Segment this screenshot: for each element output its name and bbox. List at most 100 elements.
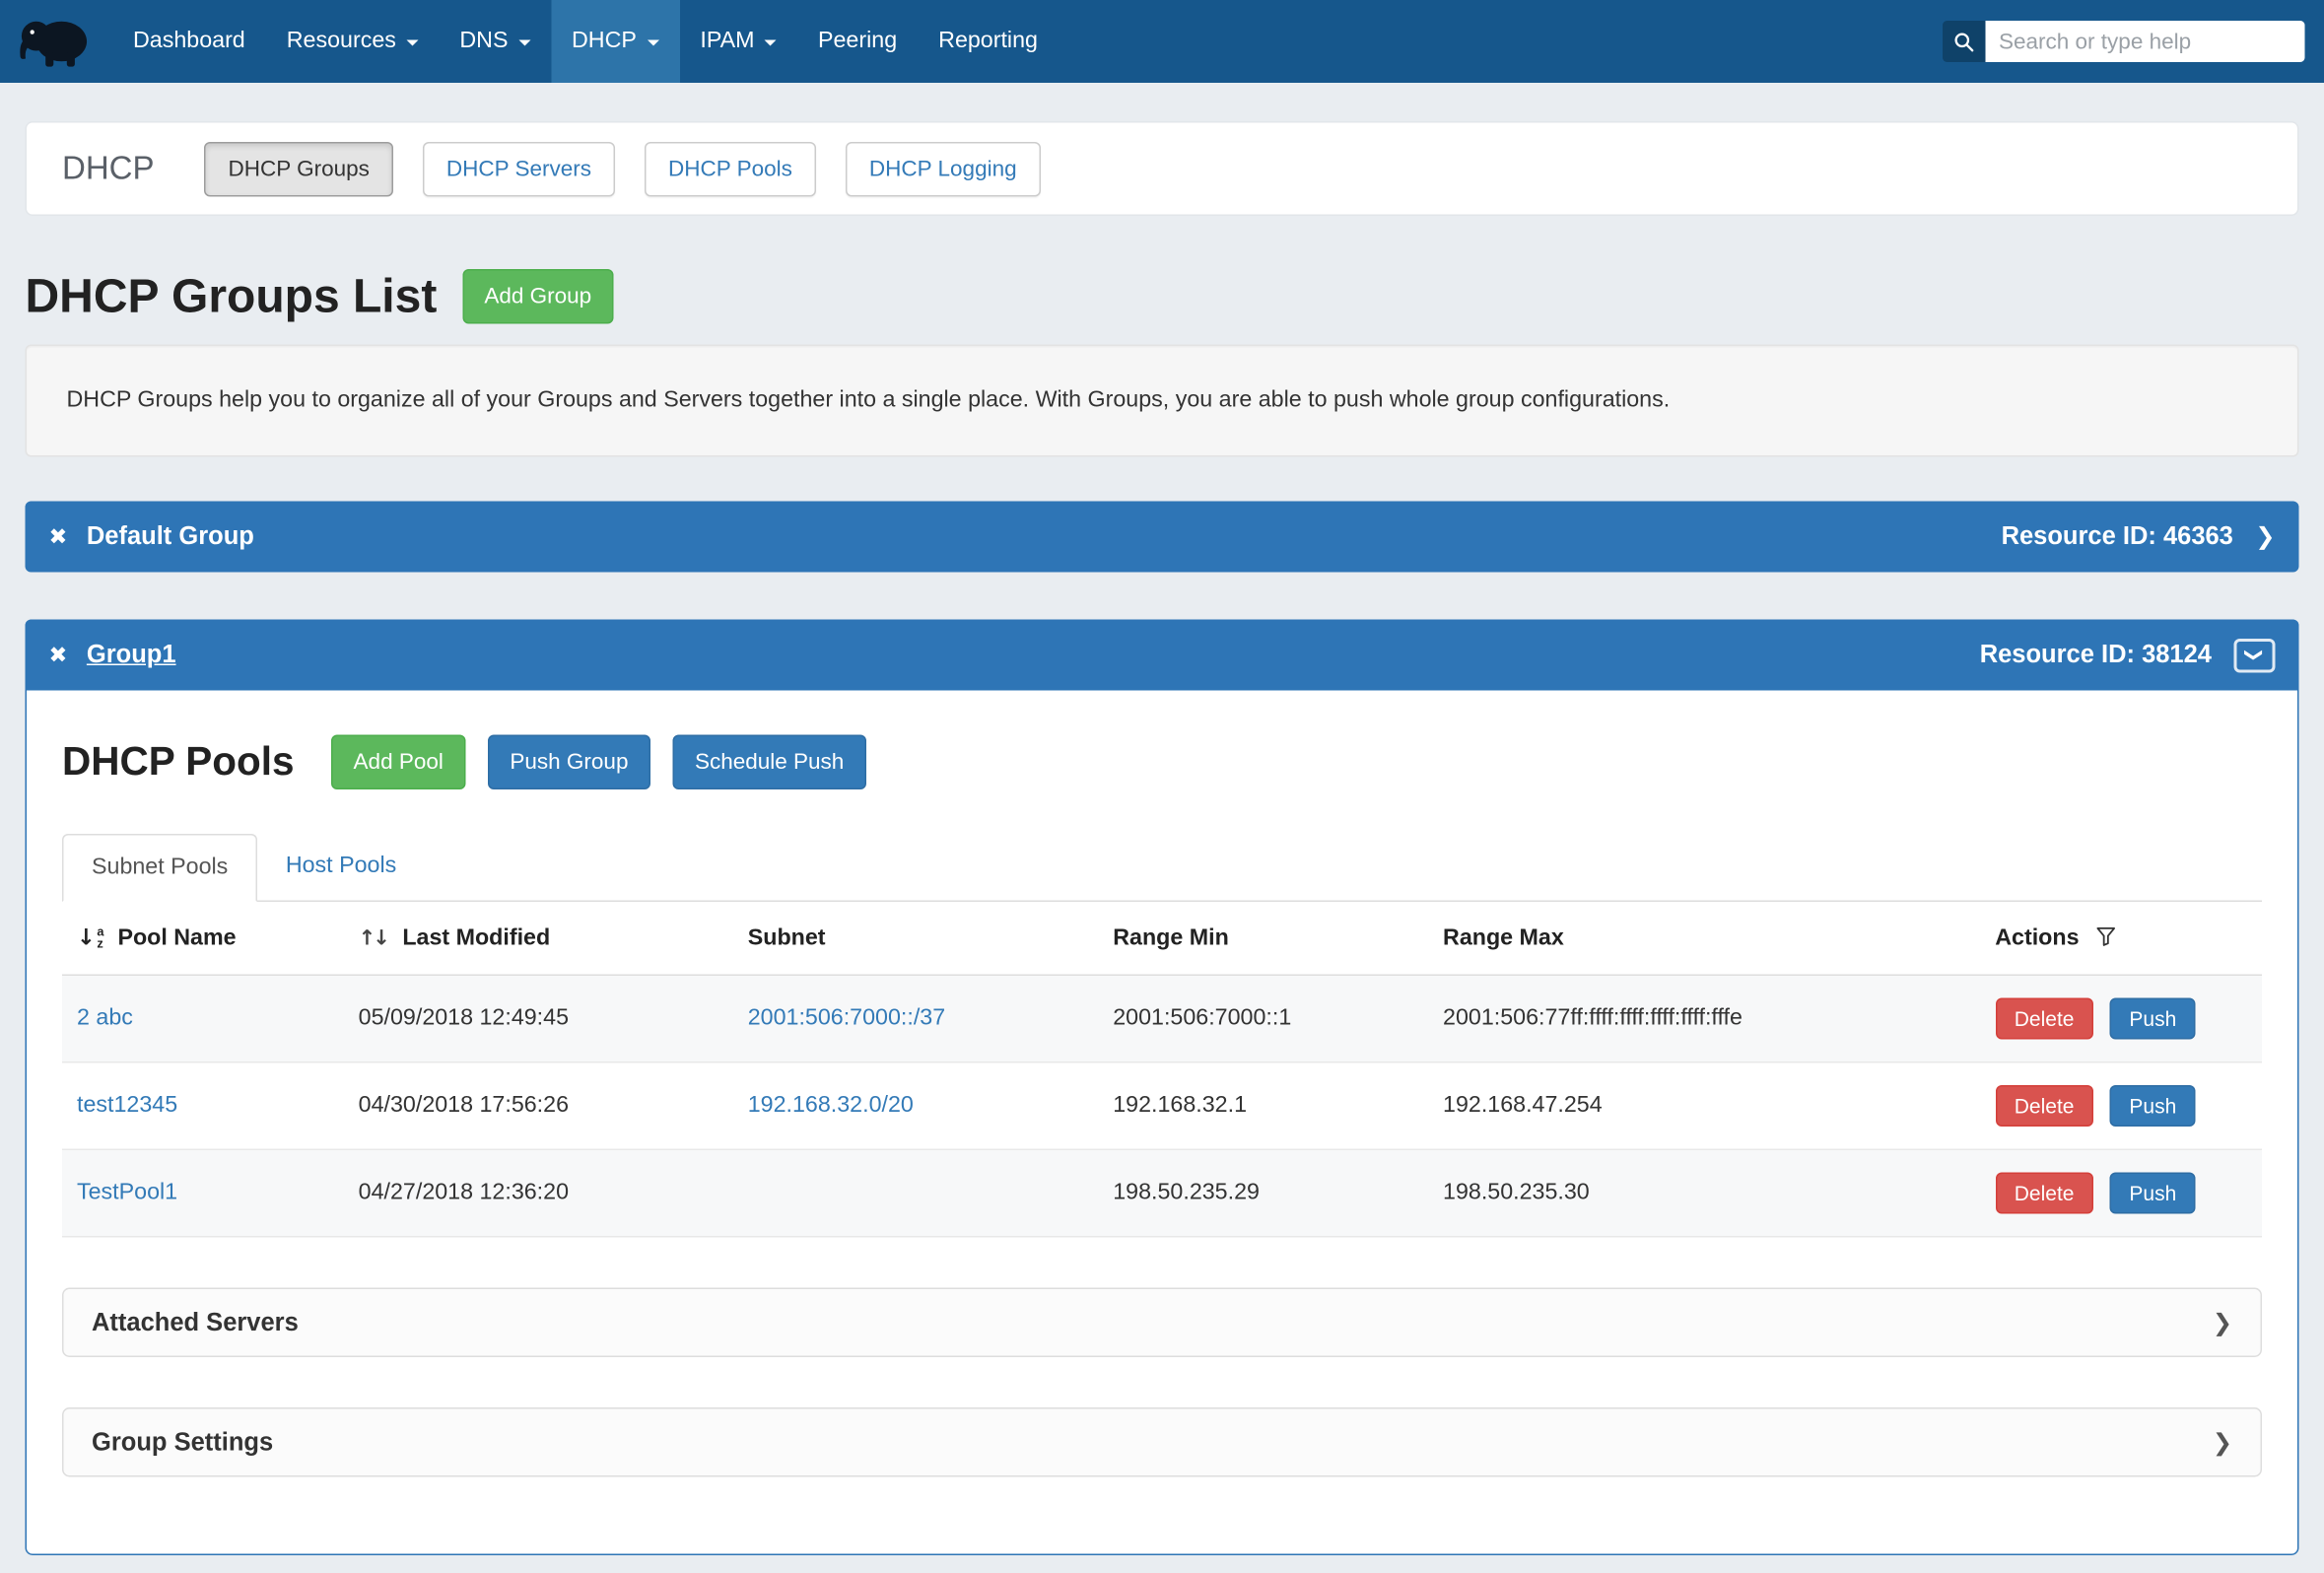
delete-button[interactable]: Delete: [1995, 1173, 2093, 1214]
pool-row: TestPool1 04/27/2018 12:36:20 198.50.235…: [62, 1149, 2262, 1237]
brand-logo[interactable]: [0, 0, 112, 83]
chevron-right-icon: ❯: [2213, 1427, 2232, 1457]
table-header-row: ↓ a z Pool Name ↑: [62, 902, 2262, 975]
group-panel-group1: ✖ Group1 Resource ID: 38124 ❯ DHCP Pools…: [26, 620, 2299, 1556]
pool-row: 2 abc 05/09/2018 12:49:45 2001:506:7000:…: [62, 975, 2262, 1062]
filter-icon[interactable]: [2095, 926, 2115, 946]
range-min-cell: 198.50.235.29: [1098, 1149, 1428, 1237]
nav-label: Dashboard: [133, 29, 245, 55]
nav-label: DNS: [459, 29, 508, 55]
close-icon[interactable]: ✖: [49, 644, 68, 666]
column-last-modified[interactable]: ↑ ↓ Last Modified: [344, 902, 733, 975]
top-navbar: Dashboard Resources DNS DHCP IPAM Peerin…: [0, 0, 2324, 83]
description-text: DHCP Groups help you to organize all of …: [67, 387, 1671, 413]
pool-name-cell: 2 abc: [62, 975, 344, 1062]
last-modified-cell: 04/30/2018 17:56:26: [344, 1062, 733, 1150]
subnet-pools-table: ↓ a z Pool Name ↑: [62, 902, 2262, 1238]
sort-down-arrow: ↓: [373, 926, 390, 950]
chevron-glyph: ❯: [2246, 648, 2264, 662]
last-modified-cell: 04/27/2018 12:36:20: [344, 1149, 733, 1237]
last-modified-cell: 05/09/2018 12:49:45: [344, 975, 733, 1062]
elephant-logo-icon: [17, 12, 97, 71]
page-header: DHCP Groups List Add Group: [26, 269, 2299, 324]
subnet-link[interactable]: 2001:506:7000::/37: [748, 1005, 945, 1031]
group-settings-section[interactable]: Group Settings ❯: [62, 1407, 2262, 1477]
close-icon[interactable]: ✖: [49, 525, 68, 548]
group-name-link[interactable]: Group1: [87, 641, 176, 670]
nav-resources[interactable]: Resources: [266, 0, 440, 83]
subnet-link[interactable]: 192.168.32.0/20: [748, 1093, 914, 1119]
subnav-dhcp-groups-button[interactable]: DHCP Groups: [205, 141, 393, 196]
attached-servers-section[interactable]: Attached Servers ❯: [62, 1288, 2262, 1358]
resource-id-label: Resource ID: 38124: [1980, 641, 2212, 670]
pools-tabs: Subnet Pools Host Pools: [62, 834, 2262, 902]
group1-detail-body: DHCP Pools Add Pool Push Group Schedule …: [27, 691, 2297, 1554]
subnav-dhcp-logging-button[interactable]: DHCP Logging: [846, 141, 1041, 196]
section-title: Group Settings: [92, 1427, 273, 1457]
header-label: Pool Name: [117, 925, 236, 951]
page-content: DHCP DHCP Groups DHCP Servers DHCP Pools…: [0, 121, 2324, 1555]
column-range-max: Range Max: [1428, 902, 1980, 975]
header-label: Range Max: [1443, 924, 1564, 950]
pool-name-link[interactable]: test12345: [77, 1093, 177, 1119]
pool-name-link[interactable]: TestPool1: [77, 1180, 177, 1205]
header-label: Subnet: [748, 924, 826, 950]
add-group-button[interactable]: Add Group: [462, 269, 614, 324]
provision-app: Dashboard Resources DNS DHCP IPAM Peerin…: [0, 0, 2324, 1573]
subnet-cell: [733, 1149, 1099, 1237]
group-name: Default Group: [87, 522, 254, 552]
caret-down-icon: [406, 40, 418, 46]
pool-name-cell: test12345: [62, 1062, 344, 1150]
column-actions: Actions: [1980, 902, 2262, 975]
group-header-group1[interactable]: ✖ Group1 Resource ID: 38124 ❯: [26, 620, 2299, 691]
sort-arrow: ↓: [77, 924, 96, 951]
group-header-right: Resource ID: 38124 ❯: [1980, 638, 2276, 672]
tab-host-pools[interactable]: Host Pools: [257, 834, 424, 901]
pool-name-link[interactable]: 2 abc: [77, 1005, 133, 1031]
delete-button[interactable]: Delete: [1995, 998, 2093, 1040]
subnet-cell: 2001:506:7000::/37: [733, 975, 1099, 1062]
sort-alpha-desc-icon: ↓ a z: [77, 924, 103, 951]
search-input[interactable]: [1986, 21, 2305, 62]
dhcp-subnav-card: DHCP DHCP Groups DHCP Servers DHCP Pools…: [26, 121, 2299, 216]
search-icon[interactable]: [1943, 21, 1986, 62]
range-min-cell: 2001:506:7000::1: [1098, 975, 1428, 1062]
nav-dashboard[interactable]: Dashboard: [112, 0, 266, 83]
subnav-dhcp-servers-button[interactable]: DHCP Servers: [423, 141, 615, 196]
description-well: DHCP Groups help you to organize all of …: [26, 345, 2299, 457]
tab-subnet-pools[interactable]: Subnet Pools: [62, 834, 257, 902]
nav-ipam[interactable]: IPAM: [679, 0, 797, 83]
push-group-button[interactable]: Push Group: [488, 735, 650, 790]
sort-letter-z: z: [97, 937, 103, 950]
range-max-cell: 2001:506:77ff:ffff:ffff:ffff:ffff:fffe: [1428, 975, 1980, 1062]
column-pool-name[interactable]: ↓ a z Pool Name: [62, 902, 344, 975]
delete-button[interactable]: Delete: [1995, 1085, 2093, 1127]
actions-cell: Delete Push: [1980, 975, 2262, 1062]
range-max-cell: 192.168.47.254: [1428, 1062, 1980, 1150]
nav-reporting[interactable]: Reporting: [918, 0, 1059, 83]
chevron-right-icon: ❯: [2213, 1308, 2232, 1337]
chevron-down-icon[interactable]: ❯: [2234, 638, 2276, 672]
chevron-right-icon[interactable]: ❯: [2255, 522, 2275, 552]
pool-name-cell: TestPool1: [62, 1149, 344, 1237]
group-header-left: ✖ Default Group: [49, 522, 254, 552]
nav-dns[interactable]: DNS: [439, 0, 551, 83]
nav-label: Peering: [818, 29, 897, 55]
resource-id-label: Resource ID: 46363: [2002, 522, 2233, 552]
actions-cell: Delete Push: [1980, 1149, 2262, 1237]
column-subnet: Subnet: [733, 902, 1099, 975]
range-min-cell: 192.168.32.1: [1098, 1062, 1428, 1150]
nav-dhcp[interactable]: DHCP: [551, 0, 679, 83]
push-button[interactable]: Push: [2110, 1173, 2196, 1214]
nav-peering[interactable]: Peering: [797, 0, 918, 83]
page-title: DHCP Groups List: [26, 269, 438, 324]
subnav-dhcp-pools-button[interactable]: DHCP Pools: [645, 141, 816, 196]
dhcp-pools-title: DHCP Pools: [62, 739, 295, 786]
group-header-default-group[interactable]: ✖ Default Group Resource ID: 46363 ❯: [26, 502, 2299, 573]
actions-cell: Delete Push: [1980, 1062, 2262, 1150]
schedule-push-button[interactable]: Schedule Push: [672, 735, 865, 790]
global-search: [1943, 0, 2324, 83]
push-button[interactable]: Push: [2110, 1085, 2196, 1127]
add-pool-button[interactable]: Add Pool: [331, 735, 465, 790]
push-button[interactable]: Push: [2110, 998, 2196, 1040]
